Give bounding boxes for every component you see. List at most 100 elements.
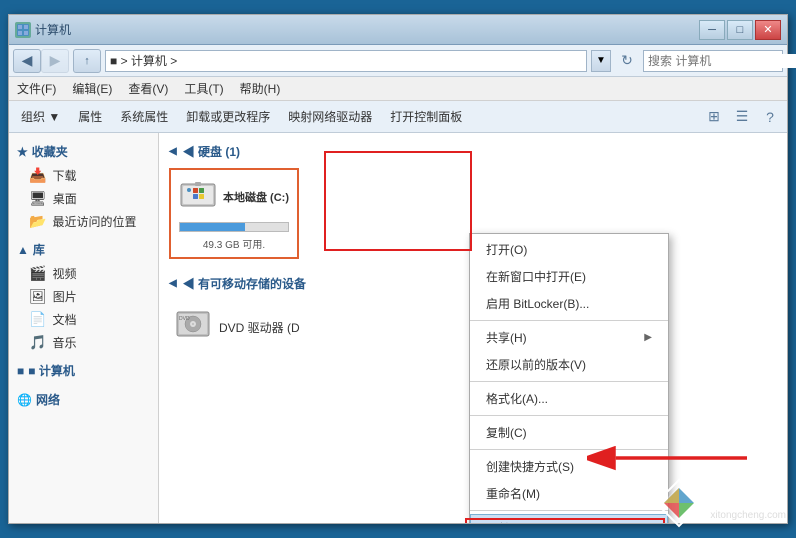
refresh-button[interactable]: ↻: [615, 50, 639, 72]
ctx-sep-3: [470, 415, 668, 416]
watermark: 系统城 xitongcheng.com: [654, 478, 786, 528]
minimize-button[interactable]: ─: [699, 20, 725, 40]
sidebar-item-recent[interactable]: 📂 最近访问的位置: [9, 210, 158, 233]
ctx-sep-4: [470, 449, 668, 450]
view-list-button[interactable]: ☰: [731, 106, 753, 128]
computer-icon: ■: [17, 364, 24, 378]
sidebar-item-downloads[interactable]: 📥 下载: [9, 164, 158, 187]
menu-tools[interactable]: 工具(T): [184, 80, 223, 97]
downloads-icon: 📥: [29, 167, 46, 184]
menu-view[interactable]: 查看(V): [128, 80, 168, 97]
sidebar-desktop-label: 桌面: [53, 190, 77, 207]
watermark-main-text: 系统城: [710, 486, 786, 510]
hard-disk-section-label: ◀ 硬盘 (1): [183, 143, 240, 160]
back-button[interactable]: ◀: [13, 49, 41, 73]
recent-icon: 📂: [29, 213, 46, 230]
ctx-open[interactable]: 打开(O): [470, 236, 668, 263]
menu-file[interactable]: 文件(F): [17, 80, 56, 97]
address-dropdown-button[interactable]: ▼: [591, 50, 611, 72]
computer-header[interactable]: ■ ■ 计算机: [9, 358, 158, 383]
drive-c-item[interactable]: 本地磁盘 (C:) 49.3 GB 可用.: [169, 168, 299, 259]
ctx-share-arrow-icon: ▶: [644, 332, 652, 343]
search-input[interactable]: [648, 54, 796, 68]
hard-disk-arrow-icon: ◀: [169, 146, 177, 157]
window-icon: [15, 22, 31, 38]
up-button[interactable]: ↑: [73, 49, 101, 73]
ctx-copy[interactable]: 复制(C): [470, 419, 668, 446]
sidebar-music-label: 音乐: [52, 334, 76, 351]
sidebar-videos-label: 视频: [52, 265, 76, 282]
ctx-sep-5: [470, 510, 668, 511]
ctx-format-label: 格式化(A)...: [486, 390, 548, 407]
toolbar-map-drive[interactable]: 映射网络驱动器: [282, 105, 378, 128]
sidebar-downloads-label: 下载: [52, 167, 76, 184]
ctx-rename[interactable]: 重命名(M): [470, 480, 668, 507]
ctx-create-shortcut[interactable]: 创建快捷方式(S): [470, 453, 668, 480]
computer-label: ■ 计算机: [28, 362, 75, 379]
library-header[interactable]: ▲ 库: [9, 237, 158, 262]
menu-edit[interactable]: 编辑(E): [72, 80, 112, 97]
help-button[interactable]: ?: [759, 106, 781, 128]
watermark-text-area: 系统城 xitongcheng.com: [710, 486, 786, 521]
network-icon: 🌐: [17, 393, 32, 407]
main-window: 计算机 ─ □ ✕ ◀ ▶ ↑ ■ > 计算机 > ▼ ↻ 🔍 文件(F) 编辑…: [8, 14, 788, 524]
favorites-header[interactable]: ★ 收藏夹: [9, 139, 158, 164]
ctx-bitlocker[interactable]: 启用 BitLocker(B)...: [470, 290, 668, 317]
music-icon: 🎵: [29, 334, 46, 351]
desktop-icon: 🖥: [29, 190, 47, 207]
drive-c-bar: [180, 223, 245, 231]
sidebar-item-music[interactable]: 🎵 音乐: [9, 331, 158, 354]
ctx-open-new-window-label: 在新窗口中打开(E): [486, 268, 586, 285]
toolbar: 组织 ▼ 属性 系统属性 卸载或更改程序 映射网络驱动器 打开控制面板 ⊞ ☰ …: [9, 101, 787, 133]
sidebar-item-videos[interactable]: 🎬 视频: [9, 262, 158, 285]
sidebar-item-documents[interactable]: 📄 文档: [9, 308, 158, 331]
favorites-section: ★ 收藏夹 📥 下载 🖥 桌面 📂 最近访问的位置: [9, 139, 158, 233]
ctx-restore[interactable]: 还原以前的版本(V): [470, 351, 668, 378]
toolbar-control-panel[interactable]: 打开控制面板: [384, 105, 468, 128]
dvd-icon: DVD: [175, 306, 211, 349]
address-bar: ◀ ▶ ↑ ■ > 计算机 > ▼ ↻ 🔍: [9, 45, 787, 77]
dvd-label: DVD 驱动器 (D: [219, 319, 300, 336]
toolbar-properties[interactable]: 属性: [72, 105, 108, 128]
toolbar-uninstall[interactable]: 卸载或更改程序: [180, 105, 276, 128]
sidebar-pictures-label: 图片: [53, 288, 77, 305]
maximize-button[interactable]: □: [727, 20, 753, 40]
sidebar-item-desktop[interactable]: 🖥 桌面: [9, 187, 158, 210]
drive-c-text-area: 本地磁盘 (C:): [223, 189, 289, 205]
ctx-properties-label: 属性(R): [487, 520, 528, 523]
library-section: ▲ 库 🎬 视频 🖼 图片 📄 文档 🎵 音乐: [9, 237, 158, 354]
toolbar-right: ⊞ ☰ ?: [703, 106, 781, 128]
hard-disk-section-header: ◀ ◀ 硬盘 (1): [169, 143, 777, 160]
menu-bar: 文件(F) 编辑(E) 查看(V) 工具(T) 帮助(H): [9, 77, 787, 101]
ctx-bitlocker-label: 启用 BitLocker(B)...: [486, 295, 589, 312]
sidebar-item-pictures[interactable]: 🖼 图片: [9, 285, 158, 308]
drive-c-label: 本地磁盘 (C:): [223, 189, 289, 205]
ctx-rename-label: 重命名(M): [486, 485, 540, 502]
ctx-open-label: 打开(O): [486, 241, 527, 258]
forward-button[interactable]: ▶: [41, 49, 69, 73]
dvd-section-label: ◀ 有可移动存储的设备: [183, 275, 306, 292]
watermark-sub-text: xitongcheng.com: [710, 510, 786, 521]
library-label: 库: [33, 241, 45, 258]
toolbar-system-properties[interactable]: 系统属性: [114, 105, 174, 128]
network-header[interactable]: 🌐 网络: [9, 387, 158, 412]
search-box: 🔍: [643, 50, 783, 72]
pictures-icon: 🖼: [29, 288, 47, 305]
ctx-properties[interactable]: 属性(R): [470, 514, 668, 523]
ctx-format[interactable]: 格式化(A)...: [470, 385, 668, 412]
ctx-share[interactable]: 共享(H) ▶: [470, 324, 668, 351]
nav-buttons: ◀ ▶: [13, 49, 69, 73]
ctx-restore-label: 还原以前的版本(V): [486, 356, 586, 373]
close-button[interactable]: ✕: [755, 20, 781, 40]
view-toggle-button[interactable]: ⊞: [703, 106, 725, 128]
documents-icon: 📄: [29, 311, 46, 328]
computer-section: ■ ■ 计算机: [9, 358, 158, 383]
ctx-share-label: 共享(H): [486, 329, 527, 346]
network-label: 网络: [36, 391, 60, 408]
address-field[interactable]: ■ > 计算机 >: [105, 50, 587, 72]
ctx-sep-2: [470, 381, 668, 382]
ctx-open-new-window[interactable]: 在新窗口中打开(E): [470, 263, 668, 290]
drive-c-icon: [179, 176, 217, 218]
toolbar-organize[interactable]: 组织 ▼: [15, 105, 66, 128]
menu-help[interactable]: 帮助(H): [240, 80, 281, 97]
